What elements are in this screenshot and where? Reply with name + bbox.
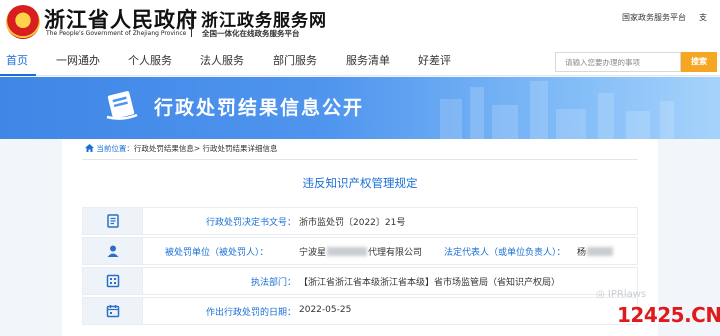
penalized-party-label: 被处罚单位（被处罚人）：	[165, 248, 269, 258]
nav-personal-services[interactable]: 个人服务	[128, 52, 172, 68]
calendar-icon	[106, 305, 120, 318]
penalty-date-value: 2022-05-25	[299, 305, 352, 315]
penalized-party-value: 宁波星 代理有限公司	[299, 247, 423, 258]
gov-subtitle: The People's Government of Zhejiang Prov…	[46, 30, 187, 37]
nav-department-services[interactable]: 部门服务	[273, 52, 317, 68]
book-icon	[106, 91, 138, 120]
service-subtitle: 全国一体化在线政务服务平台	[202, 29, 300, 38]
decision-number-label: 行政处罚决定书文号：	[206, 218, 297, 228]
info-row-penalty-date: 作出行政处罚的日期： 2022-05-25	[82, 297, 638, 325]
nav-active-indicator	[0, 74, 36, 76]
search-input[interactable]	[555, 52, 681, 72]
info-row-decision-number: 行政处罚决定书文号： 浙市监处罚〔2022〕21号	[82, 207, 638, 235]
national-platform-link[interactable]: 国家政务服务平台	[622, 12, 686, 23]
enforcement-dept-value: 【浙江省浙江省本级浙江省本级】省市场监管局（省知识产权局）	[299, 278, 561, 288]
legal-representative-value: 杨	[577, 245, 614, 258]
redacted-text	[587, 247, 614, 256]
legal-representative-label: 法定代表人（或单位负责人）：	[444, 248, 566, 258]
national-emblem-icon: ★	[6, 5, 40, 39]
person-icon	[107, 245, 119, 257]
nav-legal-entity-services[interactable]: 法人服务	[200, 52, 244, 68]
enforcement-dept-label: 执法部门：	[251, 278, 297, 288]
nav-evaluation[interactable]: 好差评	[418, 52, 451, 68]
breadcrumb-path[interactable]: 行政处罚结果信息> 行政处罚结果详细信息	[134, 144, 278, 153]
banner-title: 行政处罚结果信息公开	[154, 97, 365, 119]
nav-service-list[interactable]: 服务清单	[346, 52, 390, 68]
breadcrumb-home[interactable]: 当前位置：	[96, 144, 134, 153]
info-row-penalized-party: 被处罚单位（被处罚人）： 宁波星 代理有限公司 法定代表人（或单位负责人）： 杨	[82, 237, 638, 265]
page-banner: 行政处罚结果信息公开	[0, 77, 720, 139]
breadcrumb: 当前位置：行政处罚结果信息> 行政处罚结果详细信息	[85, 143, 278, 154]
document-icon	[107, 214, 119, 228]
penalty-date-label: 作出行政处罚的日期：	[206, 308, 297, 318]
building-icon	[106, 274, 120, 288]
content-card: 当前位置：行政处罚结果信息> 行政处罚结果详细信息 违反知识产权管理规定 行政处…	[62, 139, 658, 336]
header-divider	[191, 9, 192, 37]
info-row-enforcement-dept: 执法部门： 【浙江省浙江省本级浙江省本级】省市场监管局（省知识产权局）	[82, 267, 638, 295]
top-link-more[interactable]: 支	[699, 12, 707, 23]
wechat-watermark: ◎ IPRlaws	[596, 289, 647, 300]
redacted-text	[327, 247, 368, 256]
document-title: 违反知识产权管理规定	[302, 176, 418, 190]
nav-home[interactable]: 首页	[6, 52, 28, 68]
site-header: ★ 浙江省人民政府 The People's Government of Zhe…	[0, 0, 720, 44]
decision-number-value: 浙市监处罚〔2022〕21号	[299, 218, 406, 228]
site-watermark: 12425.CN	[617, 303, 720, 327]
nav-one-stop[interactable]: 一网通办	[56, 52, 100, 68]
breadcrumb-divider	[82, 159, 638, 160]
home-icon	[85, 144, 94, 152]
search-button[interactable]: 搜索	[681, 52, 717, 72]
